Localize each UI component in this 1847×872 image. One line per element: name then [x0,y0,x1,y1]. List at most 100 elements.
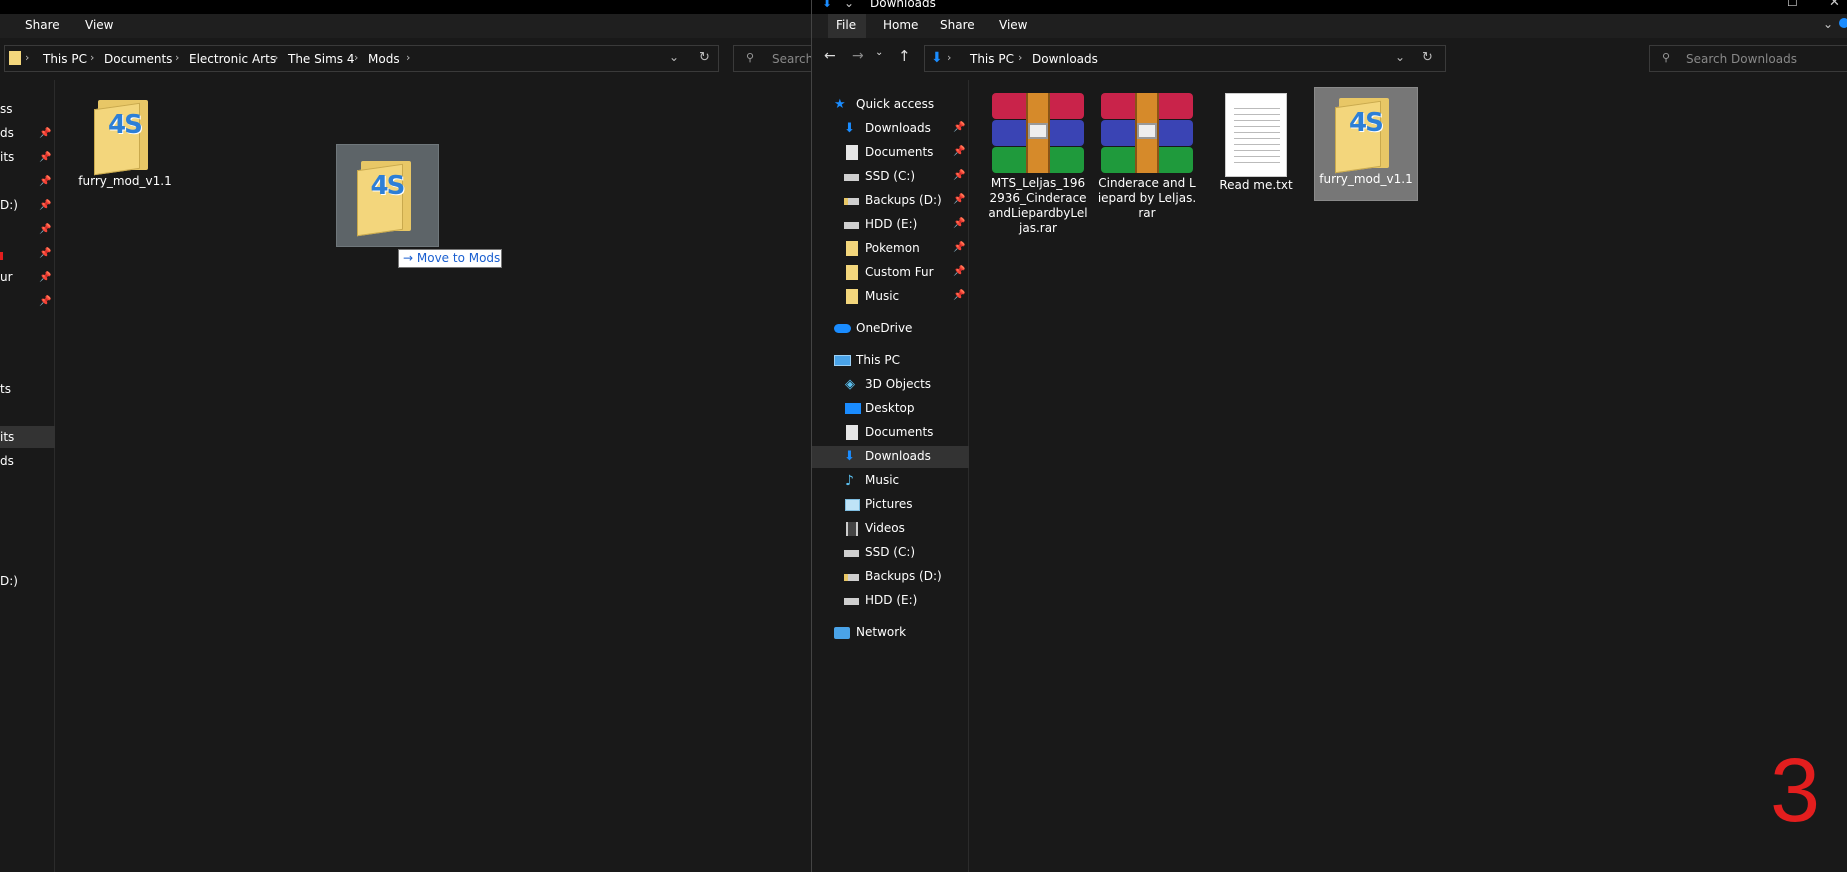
tab-home[interactable]: Home [883,18,918,32]
breadcrumb-documents[interactable]: Documents [104,52,172,66]
left-tab-view[interactable]: View [85,18,113,32]
left-nav-item[interactable]: its [0,430,14,444]
nav-pc-pictures[interactable]: Pictures [812,494,969,516]
tab-share[interactable]: Share [940,18,975,32]
breadcrumb-sims4[interactable]: The Sims 4 [288,52,354,66]
close-icon[interactable]: ✕ [1829,0,1840,10]
drive-icon [844,550,859,557]
nav-label: SSD (C:) [865,545,916,559]
file-cinderace-rar[interactable]: Cinderace and Liepard by Leljas.rar [1095,93,1199,221]
chevron-down-icon[interactable]: ⌄ [669,50,679,64]
nav-label: HDD (E:) [865,593,918,607]
nav-pc-backups[interactable]: Backups (D:) [812,566,969,588]
right-address-bar[interactable]: ⬇ › This PC › Downloads ⌄ ↻ [924,45,1446,72]
left-tab-share[interactable]: Share [25,18,60,32]
nav-network[interactable]: Network [812,622,969,644]
right-search-box[interactable]: ⚲ Search Downloads [1649,45,1847,72]
pin-icon: 📌 [39,200,52,211]
recent-locations-icon[interactable]: ⌄ [875,47,883,58]
file-mts-rar[interactable]: MTS_Leljas_1962936_CinderaceandLiepardby… [986,93,1090,236]
nav-onedrive[interactable]: OneDrive [812,318,969,340]
nav-qa-custom-fur[interactable]: Custom Fur 📌 [812,262,969,284]
pin-icon: 📌 [953,218,966,229]
nav-pc-documents[interactable]: Documents [812,422,969,444]
nav-qa-downloads[interactable]: ⬇ Downloads 📌 [812,118,969,140]
back-arrow-icon[interactable]: ← [824,48,836,64]
forward-arrow-icon[interactable]: → [852,48,864,64]
nav-pc-desktop[interactable]: Desktop [812,398,969,420]
up-arrow-icon[interactable]: ↑ [898,47,911,65]
nav-qa-documents[interactable]: Documents 📌 [812,142,969,164]
ribbon-expand-icon[interactable]: ⌄ [1823,17,1833,31]
nav-qa-ssd[interactable]: SSD (C:) 📌 [812,166,969,188]
breadcrumb-mods[interactable]: Mods [368,52,400,66]
nav-label: Videos [865,521,905,535]
breadcrumb-electronic-arts[interactable]: Electronic Arts [189,52,276,66]
nav-label: Downloads [865,121,931,135]
file-readme-txt[interactable]: Read me.txt [1204,93,1308,193]
breadcrumb-downloads[interactable]: Downloads [1032,52,1098,66]
nav-quick-access[interactable]: ★ Quick access [812,94,969,116]
left-nav-item[interactable]: ds [0,454,14,468]
drive-icon [844,174,859,181]
left-search-box[interactable]: ⚲ Search [733,45,811,72]
right-file-area[interactable]: MTS_Leljas_1962936_CinderaceandLiepardby… [970,80,1847,872]
nav-this-pc[interactable]: This PC [812,350,969,372]
nav-pc-3d-objects[interactable]: ◈ 3D Objects [812,374,969,396]
left-nav-item[interactable]: D:) [0,198,18,212]
pin-icon: 📌 [39,128,52,139]
nav-label: Downloads [865,449,931,463]
left-nav-item[interactable]: its [0,150,14,164]
drive-lock-icon [844,574,859,581]
left-nav-item[interactable]: ds [0,126,14,140]
left-address-bar[interactable]: › This PC › Documents › Electronic Arts … [4,45,719,72]
window-title: Downloads [870,0,936,10]
nav-qa-backups[interactable]: Backups (D:) 📌 [812,190,969,212]
nav-qa-pokemon[interactable]: Pokemon 📌 [812,238,969,260]
nav-qa-music[interactable]: Music 📌 [812,286,969,308]
nav-label: Desktop [865,401,915,415]
desktop-icon [845,403,861,414]
tab-view[interactable]: View [999,18,1027,32]
chevron-right-icon: › [25,51,30,64]
nav-pc-videos[interactable]: Videos [812,518,969,540]
right-explorer-window: ⬇ ⌄ Downloads ☐ ✕ File Home Share View ⌄… [811,0,1847,872]
chevron-down-icon[interactable]: ⌄ [844,0,854,10]
search-placeholder: Search [772,52,811,66]
file-furry-mod-left[interactable]: 4S furry_mod_v1.1 [73,96,177,189]
drag-move-tooltip: → Move to Mods [398,249,502,268]
winrar-icon [992,93,1084,173]
document-icon [846,425,858,440]
sims4-folder-icon: 4S [1335,94,1397,174]
breadcrumb-this-pc[interactable]: This PC [970,52,1014,66]
help-icon[interactable] [1839,18,1847,28]
nav-label: 3D Objects [865,377,932,391]
star-icon: ★ [834,97,846,112]
pin-icon: 📌 [953,122,966,133]
drag-ghost: 4S [336,144,439,247]
nav-pc-music[interactable]: ♪ Music [812,470,969,492]
left-nav-item[interactable]: ss [0,102,13,116]
search-placeholder: Search Downloads [1686,52,1797,66]
breadcrumb-this-pc[interactable]: This PC [43,52,87,66]
nav-pc-ssd[interactable]: SSD (C:) [812,542,969,564]
chevron-down-icon[interactable]: ⌄ [1395,50,1405,64]
tab-file[interactable]: File [828,14,866,38]
left-nav-item[interactable]: ur [0,270,13,284]
download-arrow-icon: ⬇ [844,449,855,464]
chevron-right-icon: › [175,51,180,64]
pin-icon: 📌 [953,242,966,253]
left-nav-item[interactable]: ts [0,382,11,396]
pin-icon: 📌 [39,224,52,235]
nav-qa-hdd[interactable]: HDD (E:) 📌 [812,214,969,236]
pictures-icon [845,499,860,511]
file-furry-mod-right[interactable]: 4S furry_mod_v1.1 [1314,87,1418,201]
nav-pc-hdd[interactable]: HDD (E:) [812,590,969,612]
refresh-icon[interactable]: ↻ [699,50,710,65]
refresh-icon[interactable]: ↻ [1422,50,1433,65]
left-nav-item[interactable]: D:) [0,574,18,588]
nav-label: Custom Fur [865,265,934,279]
maximize-icon[interactable]: ☐ [1787,0,1798,9]
pin-icon: 📌 [39,248,52,259]
nav-pc-downloads[interactable]: ⬇ Downloads [812,446,969,468]
